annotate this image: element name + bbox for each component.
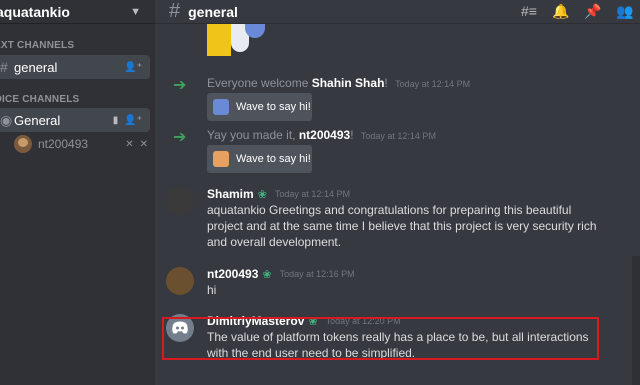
channel-title: general [188, 3, 238, 20]
category-voice-channels[interactable]: OICE CHANNELS [0, 94, 79, 105]
timestamp: Today at 12:14 PM [395, 79, 471, 89]
message-body: aquatankio Greetings and congratulations… [207, 203, 597, 249]
pin-icon[interactable]: 📌 [584, 2, 602, 20]
voice-user[interactable]: nt200493 ✕ ✕ [14, 134, 152, 154]
system-suffix: ! [384, 76, 388, 90]
server-name: aquatankio [0, 3, 70, 20]
wave-sticker-icon [213, 99, 229, 115]
sticker-image [207, 24, 271, 56]
channel-label: general [14, 59, 58, 75]
member-name[interactable]: nt200493 [299, 128, 350, 142]
wave-sticker-icon [213, 151, 229, 167]
nitro-leaf-icon: ❀ [257, 188, 267, 201]
system-text: Everyone welcome [207, 76, 312, 90]
category-text-channels[interactable]: EXT CHANNELS [0, 40, 74, 51]
wave-label: Wave to say hi! [236, 153, 311, 165]
wave-button[interactable]: Wave to say hi! [207, 145, 312, 173]
channel-sidebar: aquatankio ▼ EXT CHANNELS # general 👤⁺ O… [0, 0, 155, 385]
invite-icon[interactable]: 👤⁺ [124, 115, 142, 126]
voice-user-name: nt200493 [38, 137, 89, 151]
timestamp: Today at 12:14 PM [274, 189, 350, 199]
join-arrow-icon: ➔ [173, 129, 187, 146]
chat-icon[interactable]: ▮ [113, 115, 119, 126]
deafened-icon: ✕ [139, 138, 148, 150]
message-list: ➔ Everyone welcome Shahin Shah! Today at… [155, 24, 640, 385]
invite-icon[interactable]: 👤⁺ [124, 62, 142, 73]
chevron-down-icon[interactable]: ▼ [130, 6, 141, 18]
wave-button[interactable]: Wave to say hi! [207, 93, 312, 121]
highlight-box [162, 317, 599, 360]
system-suffix: ! [350, 128, 354, 142]
voice-channel-label: General [14, 112, 61, 128]
speaker-icon: ◉ [0, 111, 13, 128]
muted-mic-icon: ✕ [125, 138, 134, 150]
avatar [14, 135, 32, 153]
scrollbar-track[interactable] [632, 256, 640, 385]
server-header[interactable]: aquatankio ▼ [0, 0, 155, 24]
threads-icon[interactable]: #≡ [520, 2, 538, 20]
bell-icon[interactable]: 🔔 [552, 2, 570, 20]
message-body: hi [207, 283, 217, 297]
message-author[interactable]: nt200493 [207, 267, 258, 281]
message-author[interactable]: Shamim [207, 187, 254, 201]
system-text: Yay you made it, [207, 128, 299, 142]
hash-icon: # [0, 59, 8, 75]
avatar[interactable] [166, 187, 194, 215]
member-name[interactable]: Shahin Shah [312, 76, 385, 90]
avatar[interactable] [166, 267, 194, 295]
members-icon[interactable]: 👥 [616, 2, 634, 20]
hash-icon: # [169, 0, 181, 22]
nitro-leaf-icon: ❀ [262, 268, 272, 281]
channel-item-general[interactable]: # general 👤⁺ [0, 55, 150, 79]
channel-header: # general #≡ 🔔 📌 👥 [155, 0, 640, 24]
voice-channel-general[interactable]: ◉ General ▮ 👤⁺ [0, 108, 150, 132]
timestamp: Today at 12:14 PM [360, 131, 436, 141]
join-arrow-icon: ➔ [173, 77, 187, 94]
timestamp: Today at 12:16 PM [279, 269, 355, 279]
wave-label: Wave to say hi! [236, 101, 311, 113]
